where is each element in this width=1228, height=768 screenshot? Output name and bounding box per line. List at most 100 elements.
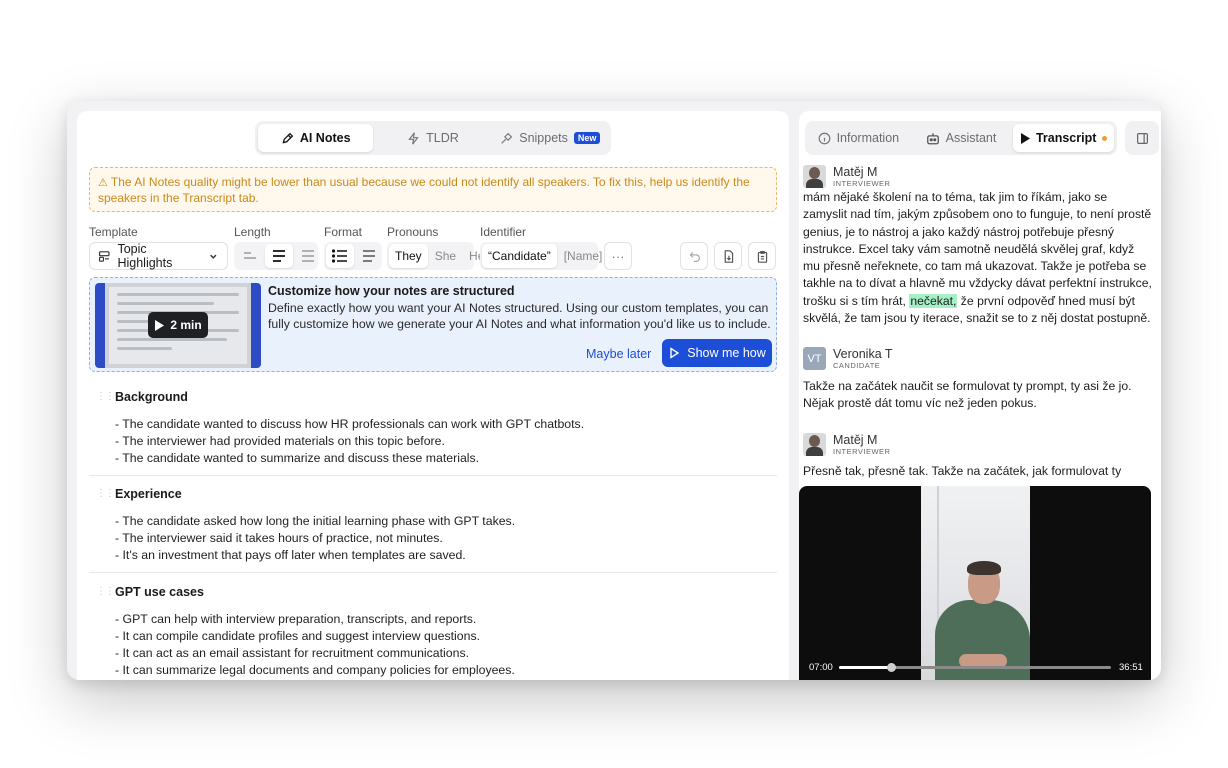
show-me-how-label: Show me how [687, 346, 766, 360]
speaker-header: Matěj M INTERVIEWER [803, 433, 890, 456]
new-badge: New [573, 132, 601, 144]
long-lines-icon [302, 250, 314, 262]
highlighted-word[interactable]: nečekat, [909, 293, 958, 308]
file-export-icon [724, 249, 733, 263]
tab-information[interactable]: Information [808, 124, 909, 152]
video-length: 2 min [170, 318, 202, 332]
app-window: AI Notes TLDR Snippets New ⚠ The AI Notes… [67, 101, 1161, 680]
speaker-header: Matěj M INTERVIEWER [803, 165, 890, 188]
speaker-name: Matěj M [833, 433, 878, 447]
tab-label: Transcript [1035, 131, 1097, 145]
transcript-text[interactable]: Takže na začátek naučit se formulovat ty… [803, 378, 1153, 413]
tab-assistant[interactable]: Assistant [911, 124, 1012, 152]
short-lines-icon [244, 252, 256, 259]
play-video-chip[interactable]: 2 min [148, 312, 208, 338]
more-options-button[interactable]: ··· [604, 242, 632, 270]
tab-ai-notes[interactable]: AI Notes [258, 124, 374, 152]
robot-icon [926, 132, 939, 144]
section-title: Background [115, 390, 188, 404]
bullet-item: - The candidate asked how long the initi… [115, 514, 516, 528]
speaker-role: INTERVIEWER [833, 179, 891, 188]
medium-lines-icon [273, 250, 285, 262]
clipboard-icon [757, 250, 767, 263]
speaker-role: INTERVIEWER [833, 447, 891, 456]
drag-handle-icon[interactable]: ⋮⋮ [96, 488, 115, 499]
length-short-option[interactable] [236, 244, 264, 268]
bullet-item: - The candidate wanted to summarize and … [115, 451, 480, 465]
section-bullets: - GPT can help with interview preparatio… [115, 611, 515, 679]
copy-button[interactable] [748, 242, 776, 270]
tab-label: Assistant [945, 131, 997, 145]
tab-snippets[interactable]: Snippets New [493, 124, 608, 152]
pronoun-they-option[interactable]: They [389, 244, 428, 268]
export-button[interactable] [714, 242, 742, 270]
section-divider [89, 572, 777, 573]
promo-description: Define exactly how you want your AI Note… [268, 301, 771, 331]
section-bullets: - The candidate asked how long the initi… [115, 513, 515, 564]
notes-panel: AI Notes TLDR Snippets New ⚠ The AI Notes… [77, 111, 789, 680]
unread-dot [1102, 135, 1108, 141]
pronouns-label: Pronouns [387, 225, 439, 239]
bullet-list-icon [332, 249, 347, 263]
transcript-text[interactable]: mám nějaké školení na to téma, tak jim t… [803, 189, 1153, 327]
speaker-name: Veronika T [833, 347, 893, 361]
tab-transcript[interactable]: Transcript [1013, 124, 1115, 152]
video-duration: 36:51 [1119, 662, 1143, 673]
notes-section-experience: ⋮⋮ Experience - The candidate asked how … [89, 483, 777, 573]
undo-icon [689, 251, 700, 262]
template-value: Topic Highlights [117, 242, 173, 270]
speaker-warning: ⚠ The AI Notes quality might be lower tha… [89, 167, 777, 212]
speaker-role: CANDIDATE [833, 361, 881, 370]
tab-label: TLDR [426, 131, 459, 145]
show-me-how-button[interactable]: Show me how [662, 339, 772, 367]
video-frame [921, 486, 1030, 680]
tab-tldr[interactable]: TLDR [375, 124, 490, 152]
warning-text: The AI Notes quality might be lower than… [98, 175, 750, 205]
format-bullets-option[interactable] [326, 244, 354, 268]
person-hair [967, 561, 1001, 575]
scrubber-progress [839, 666, 891, 669]
drag-handle-icon[interactable]: ⋮⋮ [96, 391, 115, 402]
identifier-candidate-option[interactable]: “Candidate” [482, 244, 557, 268]
video-scrubber[interactable] [839, 663, 1111, 672]
lightning-icon [408, 131, 419, 145]
collapse-panel-button[interactable] [1125, 121, 1159, 155]
play-icon [1020, 132, 1030, 144]
tab-label: Information [836, 131, 900, 145]
transcript-text-before: mám nějaké školení na to téma, tak jim t… [803, 190, 1152, 308]
notes-section-gpt-use-cases: ⋮⋮ GPT use cases - GPT can help with int… [89, 581, 777, 680]
pronoun-she-option[interactable]: She [429, 244, 462, 268]
pronouns-selector: They She He [387, 242, 484, 270]
tab-label: AI Notes [299, 131, 351, 145]
section-title: GPT use cases [115, 585, 204, 599]
length-long-option[interactable] [294, 244, 322, 268]
identifier-name-option[interactable]: [Name] [558, 244, 609, 268]
format-paragraph-option[interactable] [355, 244, 383, 268]
side-tabs: Information Assistant Transcript [805, 121, 1117, 155]
length-medium-option[interactable] [265, 244, 293, 268]
section-title: Experience [115, 487, 182, 501]
bullet-item: - The interviewer had provided materials… [115, 434, 445, 448]
avatar [803, 165, 826, 188]
length-label: Length [234, 225, 271, 239]
tab-label: Snippets [519, 131, 568, 145]
undo-button[interactable] [680, 242, 708, 270]
paragraph-icon [363, 250, 375, 262]
section-bullets: - The candidate wanted to discuss how HR… [115, 416, 584, 467]
format-selector [324, 242, 382, 270]
promo-title: Customize how your notes are structured [268, 284, 515, 298]
speaker-meta: Veronika T CANDIDATE [833, 347, 893, 370]
tutorial-video-thumbnail[interactable]: 2 min [95, 283, 261, 368]
scrubber-handle[interactable] [886, 663, 896, 672]
templates-promo: 2 min Customize how your notes are struc… [89, 277, 777, 372]
format-label: Format [324, 225, 363, 239]
drag-handle-icon[interactable]: ⋮⋮ [96, 586, 115, 597]
video-player[interactable]: 07:00 36:51 [799, 486, 1151, 680]
transcript-text[interactable]: Přesně tak, přesně tak. Takže na začátek… [803, 463, 1153, 480]
identifier-label: Identifier [480, 225, 527, 239]
maybe-later-link[interactable]: Maybe later [586, 347, 651, 361]
notes-section-background: ⋮⋮ Background - The candidate wanted to … [89, 386, 777, 476]
template-label: Template [89, 225, 138, 239]
template-select[interactable]: Topic Highlights [89, 242, 228, 270]
bullet-item: - It can compile candidate profiles and … [115, 629, 481, 643]
